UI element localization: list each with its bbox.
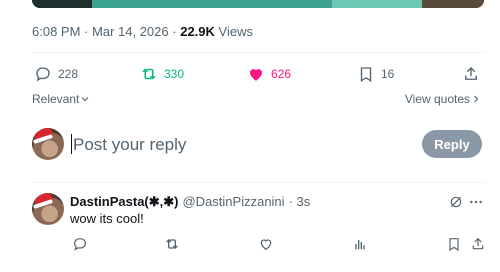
repost-count: 330 — [164, 67, 185, 81]
share-icon — [472, 237, 484, 250]
post-media-bottom[interactable] — [32, 0, 484, 8]
bookmark-icon — [360, 67, 372, 83]
reply-action-bar — [70, 236, 484, 254]
reply-text: wow its cool! — [70, 211, 144, 226]
bookmark-count: 16 — [381, 67, 395, 81]
reply-button[interactable]: Reply — [422, 130, 482, 158]
replies-sort-row: Relevant View quotes — [32, 92, 484, 110]
post-date[interactable]: Mar 14, 2026 — [92, 24, 169, 39]
more-icon[interactable] — [468, 194, 484, 210]
reply-like-button[interactable] — [258, 236, 274, 252]
divider — [32, 182, 484, 183]
repost-icon — [166, 239, 178, 249]
reply-bookmark-button[interactable] — [446, 236, 462, 252]
views-label: Views — [218, 24, 253, 39]
post-timestamp: 6:08 PM · Mar 14, 2026 · 22.9K Views — [32, 24, 253, 39]
chevron-down-icon — [81, 97, 89, 102]
view-quotes-label: View quotes — [404, 92, 470, 106]
sort-dropdown[interactable]: Relevant — [32, 92, 91, 106]
text-caret — [71, 134, 72, 154]
heart-icon — [260, 239, 272, 251]
reply-reply-button[interactable] — [72, 236, 88, 252]
reply-author-avatar[interactable] — [32, 193, 64, 225]
reply-icon — [74, 238, 86, 251]
share-action-button[interactable] — [462, 64, 480, 84]
reply-count: 228 — [58, 67, 79, 81]
reply-author-handle[interactable]: @DastinPizzanini — [182, 194, 284, 209]
post-time[interactable]: 6:08 PM — [32, 24, 80, 39]
views-icon — [355, 240, 365, 250]
divider — [32, 52, 484, 53]
views-count: 22.9K — [180, 24, 215, 39]
reply-time[interactable]: · 3s — [289, 194, 311, 209]
like-count: 626 — [271, 67, 292, 81]
heart-icon — [250, 69, 262, 81]
reply-views-button[interactable] — [352, 236, 368, 252]
reply-compose-input[interactable]: Post your reply — [73, 135, 186, 155]
reply-repost-button[interactable] — [164, 236, 180, 252]
like-action-button[interactable]: 626 — [247, 64, 291, 84]
repost-action-button[interactable]: 330 — [140, 64, 184, 84]
grok-icon[interactable] — [448, 194, 464, 210]
reply-header: DastinPasta(✱,✱) @DastinPizzanini · 3s — [70, 194, 310, 210]
share-icon — [465, 67, 477, 80]
avatar[interactable] — [32, 128, 64, 160]
view-quotes-link[interactable]: View quotes — [405, 92, 482, 106]
sort-label: Relevant — [32, 92, 80, 106]
reply-action-button[interactable]: 228 — [34, 64, 78, 84]
post-action-bar: 228 330 626 16 — [32, 60, 484, 88]
reply-author-name[interactable]: DastinPasta(✱,✱) — [70, 194, 178, 210]
repost-icon — [142, 68, 156, 80]
chevron-right-icon — [474, 95, 479, 103]
bookmark-action-button[interactable]: 16 — [357, 64, 394, 84]
reply-icon — [36, 67, 50, 82]
bookmark-icon — [449, 238, 459, 252]
reply-share-button[interactable] — [470, 236, 486, 252]
